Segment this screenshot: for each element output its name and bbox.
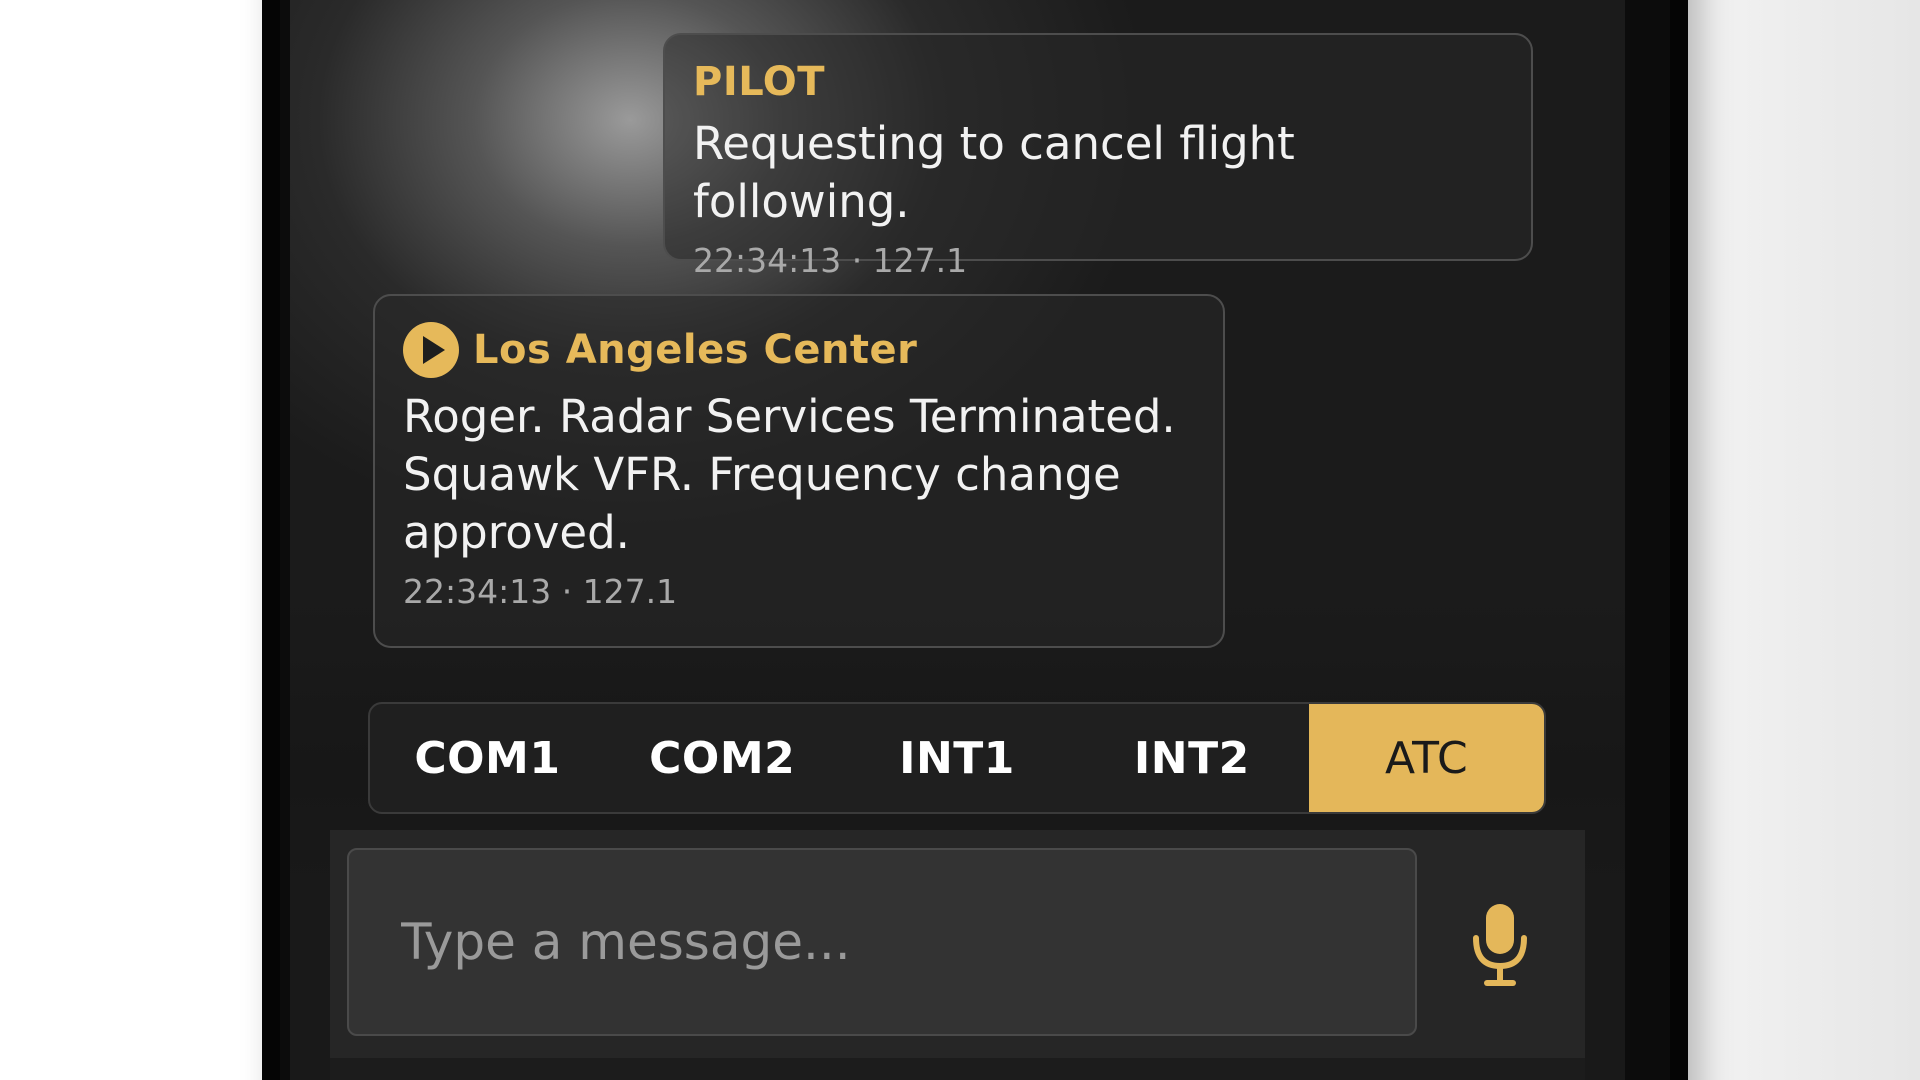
microphone-icon: [1473, 904, 1527, 986]
channel-tab-com1[interactable]: COM1: [370, 704, 605, 812]
channel-tab-com2[interactable]: COM2: [605, 704, 840, 812]
message-meta: 22:34:13 · 127.1: [403, 572, 678, 611]
channel-tab-int1[interactable]: INT1: [840, 704, 1075, 812]
message-text: Roger. Radar Services Terminated. Squawk…: [403, 390, 1176, 559]
message-sender: Los Angeles Center: [473, 327, 918, 373]
play-icon[interactable]: [403, 322, 459, 378]
message-bubble-atc: Los Angeles Center Roger. Radar Services…: [373, 294, 1225, 648]
message-meta: 22:34:13 · 127.1: [693, 241, 968, 280]
channel-selector: COM1 COM2 INT1 INT2 ATC: [368, 702, 1546, 814]
message-sender-row: Los Angeles Center: [403, 322, 1195, 378]
app-stage: PILOT Requesting to cancel flight follow…: [0, 0, 1920, 1080]
channel-tab-atc[interactable]: ATC: [1309, 704, 1544, 812]
bottom-toolbar: [330, 1058, 1585, 1080]
message-input[interactable]: [347, 848, 1417, 1036]
message-bubble-pilot: PILOT Requesting to cancel flight follow…: [663, 33, 1533, 280]
message-text: Requesting to cancel flight following.: [693, 117, 1295, 228]
channel-tab-int2[interactable]: INT2: [1074, 704, 1309, 812]
message-sender: PILOT: [693, 59, 826, 105]
microphone-button[interactable]: [1470, 900, 1530, 990]
